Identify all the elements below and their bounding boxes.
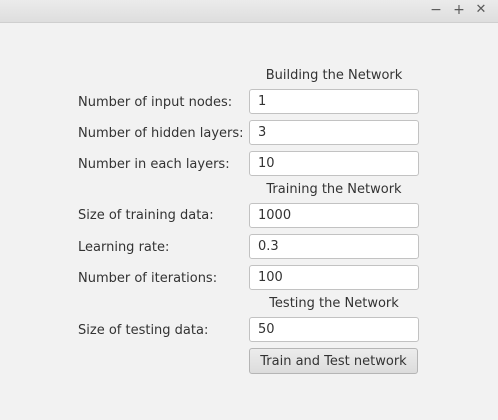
window-titlebar: − + ✕ [0,0,498,23]
testing-data-size-label: Size of testing data: [78,323,209,338]
minimize-icon[interactable]: − [429,2,443,18]
iterations-field[interactable] [249,265,419,290]
hidden-layers-label: Number of hidden layers: [78,126,244,141]
building-network-heading: Building the Network [265,68,403,83]
iterations-label: Number of iterations: [78,271,218,286]
testing-network-heading: Testing the Network [269,296,399,311]
input-nodes-field[interactable] [249,89,419,114]
close-icon[interactable]: ✕ [474,2,488,18]
hidden-layers-field[interactable] [249,120,419,145]
learning-rate-field[interactable] [249,234,419,259]
training-network-heading: Training the Network [266,182,402,197]
training-data-size-field[interactable] [249,203,419,228]
training-data-size-label: Size of training data: [78,208,214,223]
nodes-per-layer-label: Number in each layers: [78,157,230,172]
learning-rate-label: Learning rate: [78,240,170,255]
nodes-per-layer-field[interactable] [249,151,419,176]
testing-data-size-field[interactable] [249,317,419,342]
maximize-icon[interactable]: + [452,2,466,18]
input-nodes-label: Number of input nodes: [78,95,233,110]
train-and-test-button[interactable]: Train and Test network [249,348,418,374]
